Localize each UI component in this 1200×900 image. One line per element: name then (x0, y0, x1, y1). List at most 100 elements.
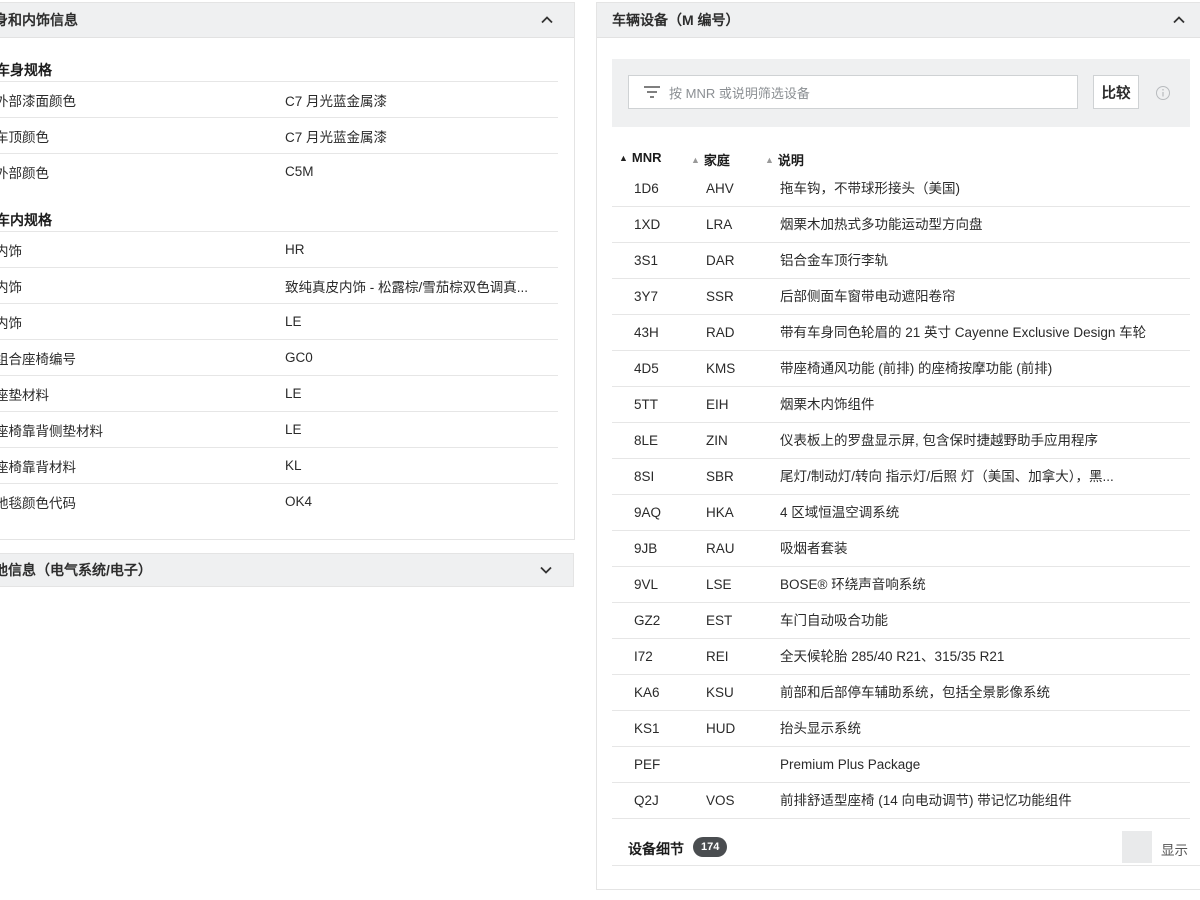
spec-value: LE (285, 386, 302, 401)
column-header-description[interactable]: ▲︎ 说明 (765, 150, 804, 169)
chevron-up-icon[interactable] (540, 13, 554, 27)
table-row[interactable]: 5TT EIH 烟栗木内饰组件 (612, 387, 1190, 423)
mnr-cell: KS1 (634, 721, 660, 736)
chevron-up-icon[interactable] (1172, 13, 1186, 27)
description-cell: 拖车钩，不带球形接头（美国) (780, 181, 960, 196)
table-row[interactable]: 9AQ HKA 4 区域恒温空调系统 (612, 495, 1190, 531)
equipment-footer: 设备细节 174 显示 (612, 831, 1200, 866)
mnr-cell: 3Y7 (634, 289, 659, 304)
table-row[interactable]: 8LE ZIN 仪表板上的罗盘显示屏, 包含保时捷越野助手应用程序 (612, 423, 1190, 459)
description-cell: 后部侧面车窗带电动遮阳卷帘 (780, 289, 956, 304)
body-interior-header[interactable]: 身和内饰信息 (0, 3, 574, 38)
body-spec-list: 外部漆面颜色 C7 月光蓝金属漆 车顶颜色 C7 月光蓝金属漆 外部颜色 C5M (0, 81, 558, 189)
description-cell: 全天候轮胎 285/40 R21、315/35 R21 (780, 649, 1005, 664)
equipment-table-body: 1D6 AHV 拖车钩，不带球形接头（美国) 1XD LRA 烟栗木加热式多功能运动型方向… (612, 171, 1190, 819)
column-header-family[interactable]: ▲︎ 家庭 (691, 150, 730, 169)
other-info-header[interactable]: 他信息（电气系统/电子） (0, 553, 574, 587)
equipment-filter-input[interactable]: 按 MNR 或说明筛选设备 (628, 75, 1078, 109)
description-cell: 车门自动吸合功能 (780, 613, 888, 628)
spec-row: 车顶颜色 C7 月光蓝金属漆 (0, 117, 558, 153)
mnr-cell: 9JB (634, 541, 658, 556)
table-row[interactable]: I72 REI 全天候轮胎 285/40 R21、315/35 R21 (612, 639, 1190, 675)
family-cell: LSE (706, 577, 732, 592)
family-cell: HUD (706, 721, 736, 736)
spec-label: 地毯颜色代码 (0, 495, 76, 511)
equipment-table-header: ▲︎ MNR ▲︎ 家庭 ▲︎ 说明 (619, 150, 1189, 170)
table-row[interactable]: GZ2 EST 车门自动吸合功能 (612, 603, 1190, 639)
mnr-cell: 1D6 (634, 181, 659, 196)
spec-value: C5M (285, 164, 314, 179)
body-interior-title: 身和内饰信息 (0, 12, 78, 28)
spec-label: 内饰 (0, 243, 22, 259)
mnr-cell: 43H (634, 325, 659, 340)
spec-label: 外部颜色 (0, 165, 49, 181)
spec-label: 车顶颜色 (0, 129, 49, 145)
spec-value: GC0 (285, 350, 313, 365)
table-row[interactable]: KA6 KSU 前部和后部停车辅助系统，包括全景影像系统 (612, 675, 1190, 711)
spec-value: HR (285, 242, 305, 257)
family-cell: AHV (706, 181, 734, 196)
spec-label: 内饰 (0, 279, 22, 295)
family-cell: RAU (706, 541, 735, 556)
table-row[interactable]: 3S1 DAR 铝合金车顶行李轨 (612, 243, 1190, 279)
mnr-cell: Q2J (634, 793, 659, 808)
mnr-cell: 3S1 (634, 253, 659, 268)
other-info-title: 他信息（电气系统/电子） (0, 562, 152, 578)
table-row[interactable]: Q2J VOS 前排舒适型座椅 (14 向电动调节) 带记忆功能组件 (612, 783, 1190, 819)
description-cell: 带座椅通风功能 (前排) 的座椅按摩功能 (前排) (780, 361, 1053, 376)
show-checkbox[interactable] (1122, 831, 1152, 863)
family-cell: REI (706, 649, 729, 664)
equipment-count-badge: 174 (693, 837, 728, 857)
column-header-mnr[interactable]: ▲︎ MNR (619, 150, 662, 165)
table-row[interactable]: KS1 HUD 抬头显示系统 (612, 711, 1190, 747)
chevron-down-icon[interactable] (539, 563, 553, 577)
table-row[interactable]: 1D6 AHV 拖车钩，不带球形接头（美国) (612, 171, 1190, 207)
table-row[interactable]: 1XD LRA 烟栗木加热式多功能运动型方向盘 (612, 207, 1190, 243)
table-row[interactable]: 4D5 KMS 带座椅通风功能 (前排) 的座椅按摩功能 (前排) (612, 351, 1190, 387)
vehicle-equipment-header[interactable]: 车辆设备（M 编号） (597, 3, 1200, 38)
description-cell: 抬头显示系统 (780, 721, 861, 736)
table-row[interactable]: 3Y7 SSR 后部侧面车窗带电动遮阳卷帘 (612, 279, 1190, 315)
mnr-cell: 9VL (634, 577, 659, 592)
family-cell: KMS (706, 361, 736, 376)
family-cell: SBR (706, 469, 734, 484)
mnr-cell: GZ2 (634, 613, 661, 628)
spec-row: 外部漆面颜色 C7 月光蓝金属漆 (0, 81, 558, 117)
sort-icon: ▲︎ (765, 154, 774, 165)
filter-area: 按 MNR 或说明筛选设备 比较 (612, 59, 1190, 127)
spec-row: 内饰 致纯真皮内饰 - 松露棕/雪茄棕双色调真... (0, 267, 558, 303)
spec-value: 致纯真皮内饰 - 松露棕/雪茄棕双色调真... (285, 279, 528, 295)
sort-icon: ▲︎ (691, 154, 700, 165)
spec-row: 外部颜色 C5M (0, 153, 558, 189)
spec-row: 内饰 HR (0, 231, 558, 267)
description-cell: 前排舒适型座椅 (14 向电动调节) 带记忆功能组件 (780, 793, 1072, 808)
family-cell: RAD (706, 325, 735, 340)
spec-label: 组合座椅编号 (0, 351, 76, 367)
info-icon[interactable] (1155, 85, 1171, 101)
table-row[interactable]: 9VL LSE BOSE® 环绕声音响系统 (612, 567, 1190, 603)
table-row[interactable]: 9JB RAU 吸烟者套装 (612, 531, 1190, 567)
mnr-cell: I72 (634, 649, 653, 664)
spec-value: LE (285, 422, 302, 437)
family-cell: DAR (706, 253, 735, 268)
table-row[interactable]: 43H RAD 带有车身同色轮眉的 21 英寸 Cayenne Exclusive … (612, 315, 1190, 351)
spec-label: 外部漆面颜色 (0, 93, 76, 109)
show-label[interactable]: 显示 (1161, 839, 1188, 859)
interior-spec-list: 内饰 HR 内饰 致纯真皮内饰 - 松露棕/雪茄棕双色调真... 内饰 LE 组合座椅编号 G… (0, 231, 558, 519)
table-row[interactable]: 8SI SBR 尾灯/制动灯/转向 指示灯/后照 灯（美国、加拿大），黑... (612, 459, 1190, 495)
family-cell: SSR (706, 289, 734, 304)
sort-icon: ▲︎ (619, 152, 628, 163)
spec-value: KL (285, 458, 302, 473)
table-row[interactable]: PEF Premium Plus Package (612, 747, 1190, 783)
spec-value: C7 月光蓝金属漆 (285, 129, 388, 145)
mnr-cell: 9AQ (634, 505, 662, 520)
compare-button[interactable]: 比较 (1093, 75, 1139, 109)
spec-row: 座椅靠背侧垫材料 LE (0, 411, 558, 447)
mnr-cell: KA6 (634, 685, 660, 700)
family-cell: LRA (706, 217, 733, 232)
spec-value: C7 月光蓝金属漆 (285, 93, 388, 109)
spec-row: 组合座椅编号 GC0 (0, 339, 558, 375)
description-cell: 尾灯/制动灯/转向 指示灯/后照 灯（美国、加拿大），黑... (780, 469, 1114, 484)
spec-row: 座椅靠背材料 KL (0, 447, 558, 483)
description-cell: 前部和后部停车辅助系统，包括全景影像系统 (780, 685, 1050, 700)
